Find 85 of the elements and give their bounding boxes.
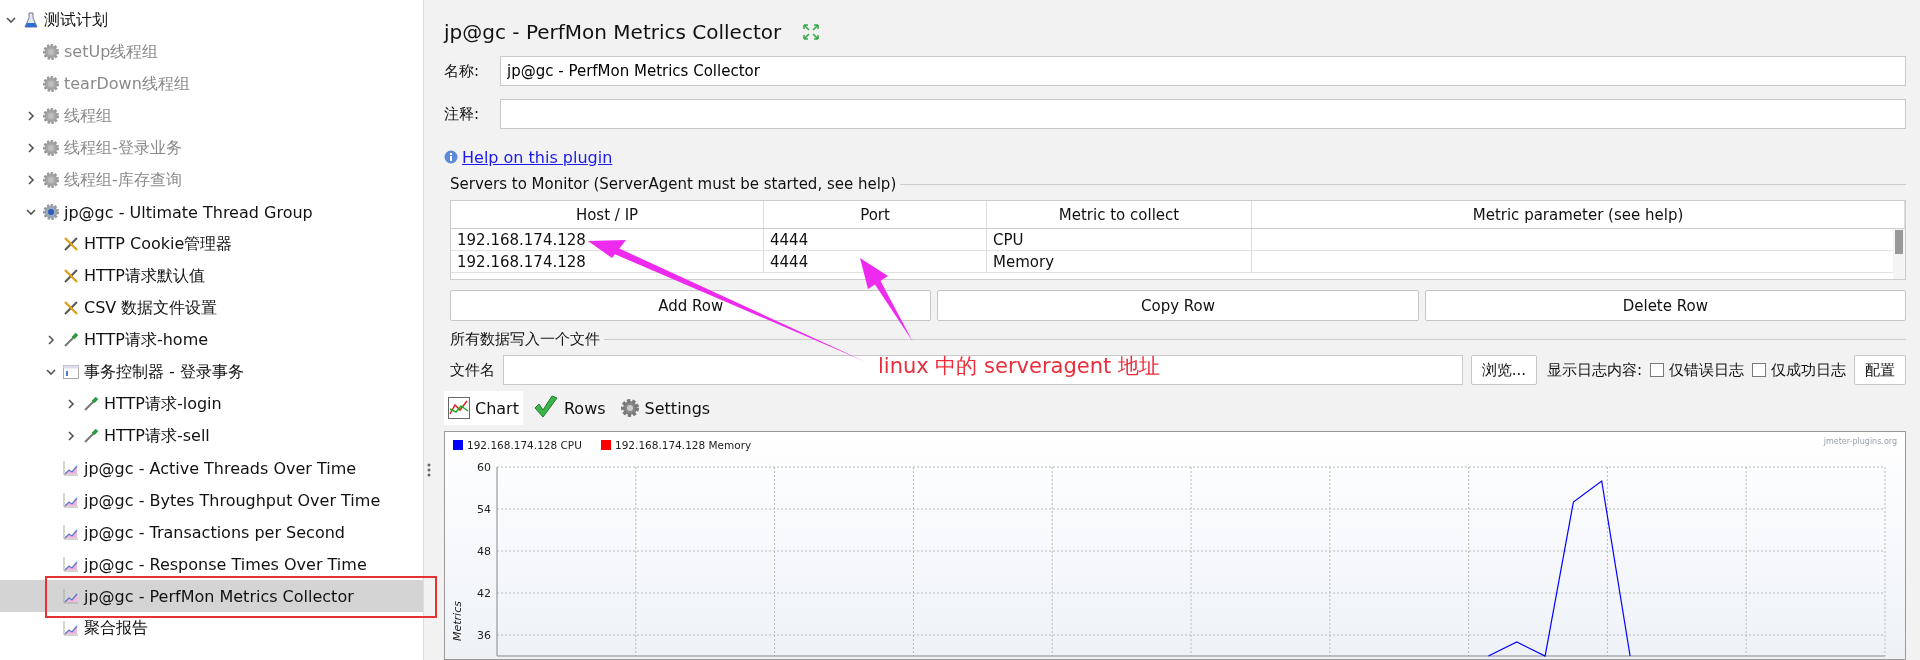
graph-icon: [62, 491, 80, 509]
browse-button[interactable]: 浏览...: [1470, 355, 1537, 385]
graph-icon: [62, 523, 80, 541]
gear-icon: [42, 107, 60, 125]
tree-item[interactable]: HTTP请求-login: [0, 388, 423, 420]
settings-icon: [619, 398, 640, 418]
tree-item[interactable]: jp@gc - Transactions per Second: [0, 516, 423, 548]
tree-item[interactable]: CSV 数据文件设置: [0, 292, 423, 324]
gear-icon: [42, 203, 60, 221]
table-cell: 4444: [764, 229, 987, 251]
comment-field[interactable]: [500, 99, 1906, 129]
column-header[interactable]: Port: [764, 201, 987, 229]
chevron-icon[interactable]: [6, 15, 16, 25]
tree-item[interactable]: jp@gc - Response Times Over Time: [0, 548, 423, 580]
tools-icon: [62, 235, 80, 253]
tree-item[interactable]: HTTP请求默认值: [0, 260, 423, 292]
legend-label: 192.168.174.128 Memory: [615, 439, 752, 451]
gear-icon: [42, 43, 60, 61]
column-header[interactable]: Metric to collect: [987, 201, 1252, 229]
name-label: 名称:: [444, 61, 481, 81]
tree-item[interactable]: HTTP Cookie管理器: [0, 228, 423, 260]
gear-icon: [42, 75, 60, 93]
section-title: Servers to Monitor (ServerAgent must be started, see help): [450, 175, 897, 193]
y-tick-label: 42: [477, 587, 491, 600]
comment-label: 注释:: [444, 104, 481, 124]
y-tick-label: 48: [477, 545, 491, 558]
y-axis-title: Metrics: [451, 601, 464, 641]
graph-icon: [62, 587, 80, 605]
info-icon: [444, 150, 458, 164]
tree-item[interactable]: 聚合报告: [0, 612, 423, 644]
name-field[interactable]: jp@gc - PerfMon Metrics Collector: [500, 56, 1906, 86]
graph-icon: [62, 619, 80, 637]
tab[interactable]: Settings: [615, 391, 715, 425]
y-tick-label: 36: [477, 629, 491, 642]
pipette-icon: [62, 331, 80, 349]
chevron-icon[interactable]: [46, 335, 56, 345]
graph-icon: [62, 555, 80, 573]
annotation-text: linux 中的 serveragent 地址: [878, 353, 1160, 380]
chevron-icon[interactable]: [26, 207, 36, 217]
scrollbar[interactable]: [1893, 229, 1905, 279]
tab[interactable]: Rows: [528, 391, 610, 425]
tree-item[interactable]: 测试计划: [0, 4, 423, 36]
chevron-icon[interactable]: [66, 431, 76, 441]
tab[interactable]: Chart: [444, 391, 523, 425]
pipette-icon: [82, 427, 100, 445]
tree-item[interactable]: HTTP请求-home: [0, 324, 423, 356]
config-button[interactable]: 配置: [1854, 355, 1906, 385]
pipette-icon: [82, 395, 100, 413]
filename-field[interactable]: [503, 355, 1463, 385]
gear-icon: [42, 139, 60, 157]
tree-item[interactable]: jp@gc - Bytes Throughput Over Time: [0, 484, 423, 516]
table-cell: CPU: [987, 229, 1252, 251]
section-title: 所有数据写入一个文件: [450, 329, 600, 349]
y-tick-label: 60: [477, 461, 491, 474]
column-header[interactable]: Metric parameter (see help): [1252, 201, 1905, 229]
splitter-handle-icon[interactable]: [427, 463, 431, 477]
gear-icon: [42, 171, 60, 189]
tree-item[interactable]: jp@gc - PerfMon Metrics Collector: [0, 580, 423, 612]
table-cell: Memory: [987, 251, 1252, 273]
log-checkbox[interactable]: 仅成功日志: [1752, 360, 1846, 380]
graph-icon: [62, 459, 80, 477]
chevron-icon[interactable]: [66, 399, 76, 409]
tree-item[interactable]: jp@gc - Active Threads Over Time: [0, 452, 423, 484]
window-icon: [62, 363, 80, 381]
log-checkbox[interactable]: 仅错误日志: [1650, 360, 1744, 380]
chevron-icon[interactable]: [46, 367, 56, 377]
log-label: 显示日志内容:: [1546, 360, 1642, 380]
panel-title: jp@gc - PerfMon Metrics Collector: [444, 20, 782, 44]
legend-label: 192.168.174.128 CPU: [467, 439, 582, 451]
help-link[interactable]: Help on this plugin: [462, 147, 613, 167]
tree-item[interactable]: HTTP请求-sell: [0, 420, 423, 452]
y-tick-label: 54: [477, 503, 491, 516]
brand-text: jmeter-plugins.org: [1823, 437, 1897, 446]
tree-item[interactable]: jp@gc - Ultimate Thread Group: [0, 196, 423, 228]
tools-icon: [62, 267, 80, 285]
tools-icon: [62, 299, 80, 317]
flask-icon: [22, 11, 40, 29]
row-button[interactable]: Copy Row: [937, 290, 1419, 321]
column-header[interactable]: Host / IP: [451, 201, 764, 229]
filename-label: 文件名: [450, 360, 495, 380]
tree-item[interactable]: 事务控制器 - 登录事务: [0, 356, 423, 388]
chart-icon: [448, 397, 470, 419]
row-button[interactable]: Add Row: [450, 290, 932, 321]
row-button[interactable]: Delete Row: [1424, 290, 1906, 321]
expand-icon[interactable]: [803, 24, 820, 40]
